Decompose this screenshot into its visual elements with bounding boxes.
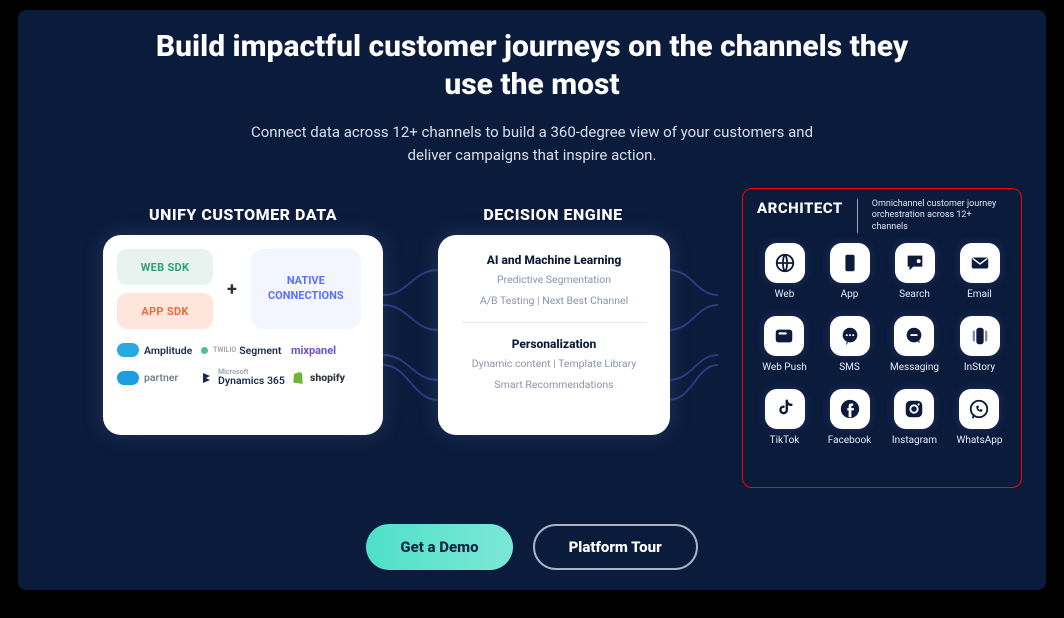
logo-amplitude: Amplitude: [117, 343, 195, 357]
app-sdk-tag: APP SDK: [117, 293, 213, 329]
phone-icon: [839, 252, 861, 274]
mail-icon: [969, 252, 991, 274]
decision-card: AI and Machine Learning Predictive Segme…: [438, 235, 670, 435]
logo-mixpanel: mixpanel: [291, 344, 369, 357]
decision-p2b: Smart Recommendations: [452, 378, 656, 393]
logo-salesforce: partner: [117, 371, 195, 385]
decision-p2a: Dynamic content | Template Library: [452, 357, 656, 372]
integration-logos: Amplitude TWILIOSegment mixpanel partner…: [117, 343, 369, 387]
sms-icon: [839, 325, 861, 347]
globe-icon: [774, 252, 796, 274]
channel-search: Search: [895, 243, 935, 300]
decision-p1a: Predictive Segmentation: [452, 273, 656, 288]
browser-icon: [773, 325, 795, 347]
architect-panel: ARCHITECT Omnichannel customer journey o…: [742, 188, 1022, 488]
chat-icon: [903, 325, 925, 347]
decision-title: DECISION ENGINE: [438, 205, 668, 224]
platform-tour-button[interactable]: Platform Tour: [533, 524, 698, 570]
unify-title: UNIFY CUSTOMER DATA: [103, 205, 383, 224]
architect-desc: Omnichannel customer journey orchestrati…: [872, 199, 1007, 233]
channel-grid: Web App Search Email Web Push SMS: [757, 243, 1007, 446]
whatsapp-icon: [968, 398, 990, 420]
channel-tiktok: TikTok: [765, 389, 805, 446]
channel-webpush: Web Push: [762, 316, 807, 373]
facebook-icon: [839, 398, 861, 420]
amplitude-icon: [117, 343, 139, 357]
web-sdk-tag: WEB SDK: [117, 249, 213, 285]
cta-row: Get a Demo Platform Tour: [18, 524, 1046, 570]
dynamics-icon: [201, 372, 213, 384]
logo-shopify: shopify: [291, 371, 369, 385]
native-connections-tag: NATIVE CONNECTIONS: [251, 249, 361, 329]
channel-facebook: Facebook: [828, 389, 871, 446]
story-icon: [969, 325, 991, 347]
page-headline: Build impactful customer journeys on the…: [152, 28, 912, 103]
decision-h1: AI and Machine Learning: [452, 253, 656, 267]
channel-web: Web: [765, 243, 805, 300]
unify-card: WEB SDK APP SDK + NATIVE CONNECTIONS Amp…: [103, 235, 383, 435]
shopify-icon: [291, 371, 305, 385]
decision-h2: Personalization: [452, 337, 656, 351]
channel-messaging: Messaging: [890, 316, 939, 373]
get-demo-button[interactable]: Get a Demo: [366, 524, 512, 570]
instagram-icon: [903, 398, 925, 420]
channel-instory: InStory: [960, 316, 1000, 373]
architect-title: ARCHITECT: [757, 199, 843, 217]
logo-segment: TWILIOSegment: [201, 344, 285, 357]
search-bubble-icon: [904, 252, 926, 274]
plus-icon: +: [227, 279, 237, 300]
segment-icon: [201, 347, 208, 354]
logo-dynamics: MicrosoftDynamics 365: [201, 369, 285, 387]
page-subhead: Connect data across 12+ channels to buil…: [232, 121, 832, 168]
channel-sms: SMS: [830, 316, 870, 373]
channel-app: App: [830, 243, 870, 300]
channel-whatsapp: WhatsApp: [956, 389, 1002, 446]
salesforce-icon: [117, 371, 139, 385]
hero-stage: Build impactful customer journeys on the…: [18, 10, 1046, 590]
architect-separator: [857, 199, 858, 233]
tiktok-icon: [774, 398, 796, 420]
channel-instagram: Instagram: [892, 389, 937, 446]
divider: [462, 322, 646, 323]
channel-email: Email: [960, 243, 1000, 300]
decision-p1b: A/B Testing | Next Best Channel: [452, 294, 656, 309]
